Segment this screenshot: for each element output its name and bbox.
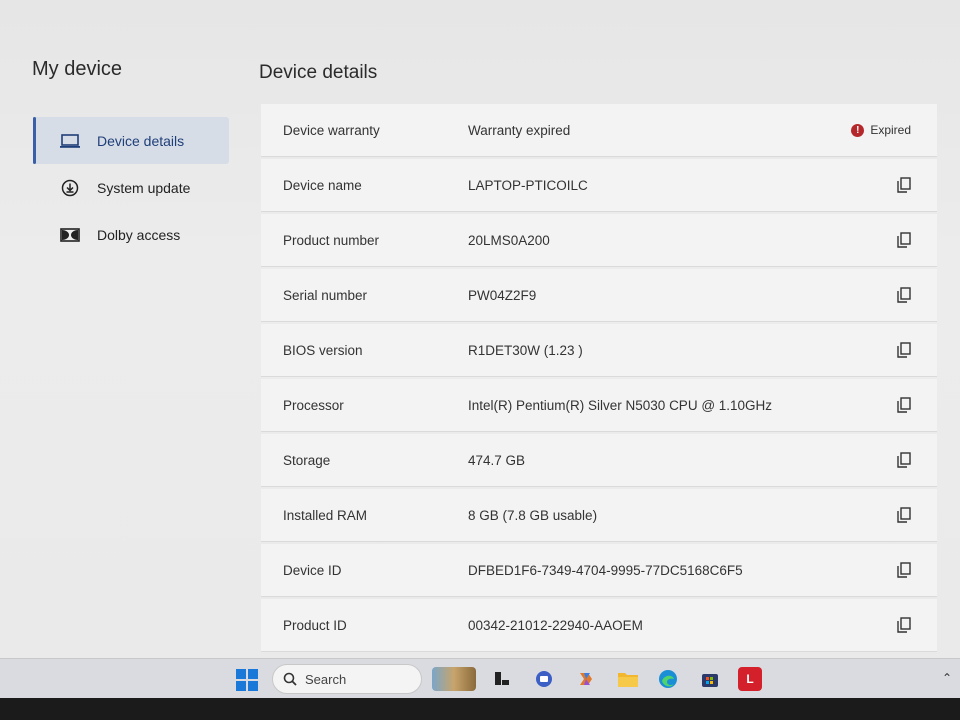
row-value: 474.7 GB (468, 452, 526, 468)
sidebar-title: My device (32, 58, 123, 80)
row-label: Product number (283, 232, 380, 248)
row-device-warranty: Device warranty Warranty expired ! Expir… (261, 104, 937, 157)
row-device-id: Device ID DFBED1F6-7349-4704-9995-77DC51… (261, 544, 937, 597)
search-label: Search (305, 671, 347, 687)
copy-icon[interactable] (897, 507, 913, 525)
row-storage: Storage 474.7 GB (261, 434, 937, 487)
lenovo-label: L (746, 672, 754, 686)
laptop-icon (59, 132, 81, 150)
row-value: LAPTOP-PTICOILC (468, 177, 588, 193)
sidebar-nav: Device details System update Dolby acces… (33, 117, 229, 258)
row-label: Processor (283, 397, 344, 413)
chat-icon[interactable] (532, 667, 556, 691)
copilot-icon[interactable] (574, 667, 598, 691)
copy-icon[interactable] (897, 177, 913, 195)
copy-icon[interactable] (897, 232, 913, 250)
microsoft-store-icon[interactable] (698, 667, 722, 691)
copy-icon[interactable] (897, 452, 913, 470)
row-value: PW04Z2F9 (468, 287, 537, 303)
copy-icon[interactable] (897, 617, 913, 635)
copy-icon[interactable] (897, 562, 913, 580)
row-label: Device name (283, 177, 362, 193)
row-product-number: Product number 20LMS0A200 (261, 214, 937, 267)
chevron-up-icon[interactable]: ⌃ (942, 671, 952, 685)
row-label: Device warranty (283, 122, 380, 138)
row-label: BIOS version (283, 342, 363, 358)
dolby-icon (59, 226, 81, 244)
task-view-icon[interactable] (490, 667, 514, 691)
edge-browser-icon[interactable] (656, 667, 680, 691)
copy-icon[interactable] (897, 342, 913, 360)
status-badge: ! Expired (851, 123, 911, 137)
sidebar-item-device-details[interactable]: Device details (33, 117, 229, 164)
file-explorer-icon[interactable] (616, 667, 640, 691)
row-label: Product ID (283, 617, 347, 633)
download-circle-icon (59, 179, 81, 197)
sidebar-item-dolby-access[interactable]: Dolby access (33, 211, 229, 258)
sidebar-item-system-update[interactable]: System update (33, 164, 229, 211)
taskbar: Search L ⌃ (0, 658, 960, 698)
device-app-window: My device Device details System update D… (0, 0, 960, 658)
search-icon (283, 672, 297, 686)
status-badge-label: Expired (870, 123, 911, 137)
taskbar-search[interactable]: Search (272, 664, 422, 694)
page-title: Device details (259, 62, 378, 83)
windows-start-icon[interactable] (236, 669, 258, 691)
row-value: Warranty expired (468, 122, 571, 138)
row-label: Device ID (283, 562, 342, 578)
sidebar-item-label: Device details (97, 132, 185, 149)
row-installed-ram: Installed RAM 8 GB (7.8 GB usable) (261, 489, 937, 542)
row-device-name: Device name LAPTOP-PTICOILC (261, 159, 937, 212)
row-label: Storage (283, 452, 331, 468)
row-value: 20LMS0A200 (468, 232, 550, 248)
device-details-list: Device warranty Warranty expired ! Expir… (261, 104, 937, 654)
row-value: R1DET30W (1.23 ) (468, 342, 583, 358)
sidebar-item-label: Dolby access (97, 226, 181, 243)
widgets-icon[interactable] (432, 667, 476, 691)
row-product-id: Product ID 00342-21012-22940-AAOEM (261, 599, 937, 652)
row-value: DFBED1F6-7349-4704-9995-77DC5168C6F5 (468, 562, 743, 578)
lenovo-vantage-icon[interactable]: L (738, 667, 762, 691)
row-label: Serial number (283, 287, 368, 303)
row-value: 8 GB (7.8 GB usable) (468, 507, 598, 523)
row-label: Installed RAM (283, 507, 368, 523)
copy-icon[interactable] (897, 287, 913, 305)
copy-icon[interactable] (897, 397, 913, 415)
row-processor: Processor Intel(R) Pentium(R) Silver N50… (261, 379, 937, 432)
row-serial-number: Serial number PW04Z2F9 (261, 269, 937, 322)
alert-icon: ! (851, 123, 865, 137)
screen-bezel (0, 698, 960, 720)
row-value: Intel(R) Pentium(R) Silver N5030 CPU @ 1… (468, 397, 773, 413)
row-bios-version: BIOS version R1DET30W (1.23 ) (261, 324, 937, 377)
row-value: 00342-21012-22940-AAOEM (468, 617, 643, 633)
sidebar-item-label: System update (97, 179, 191, 196)
